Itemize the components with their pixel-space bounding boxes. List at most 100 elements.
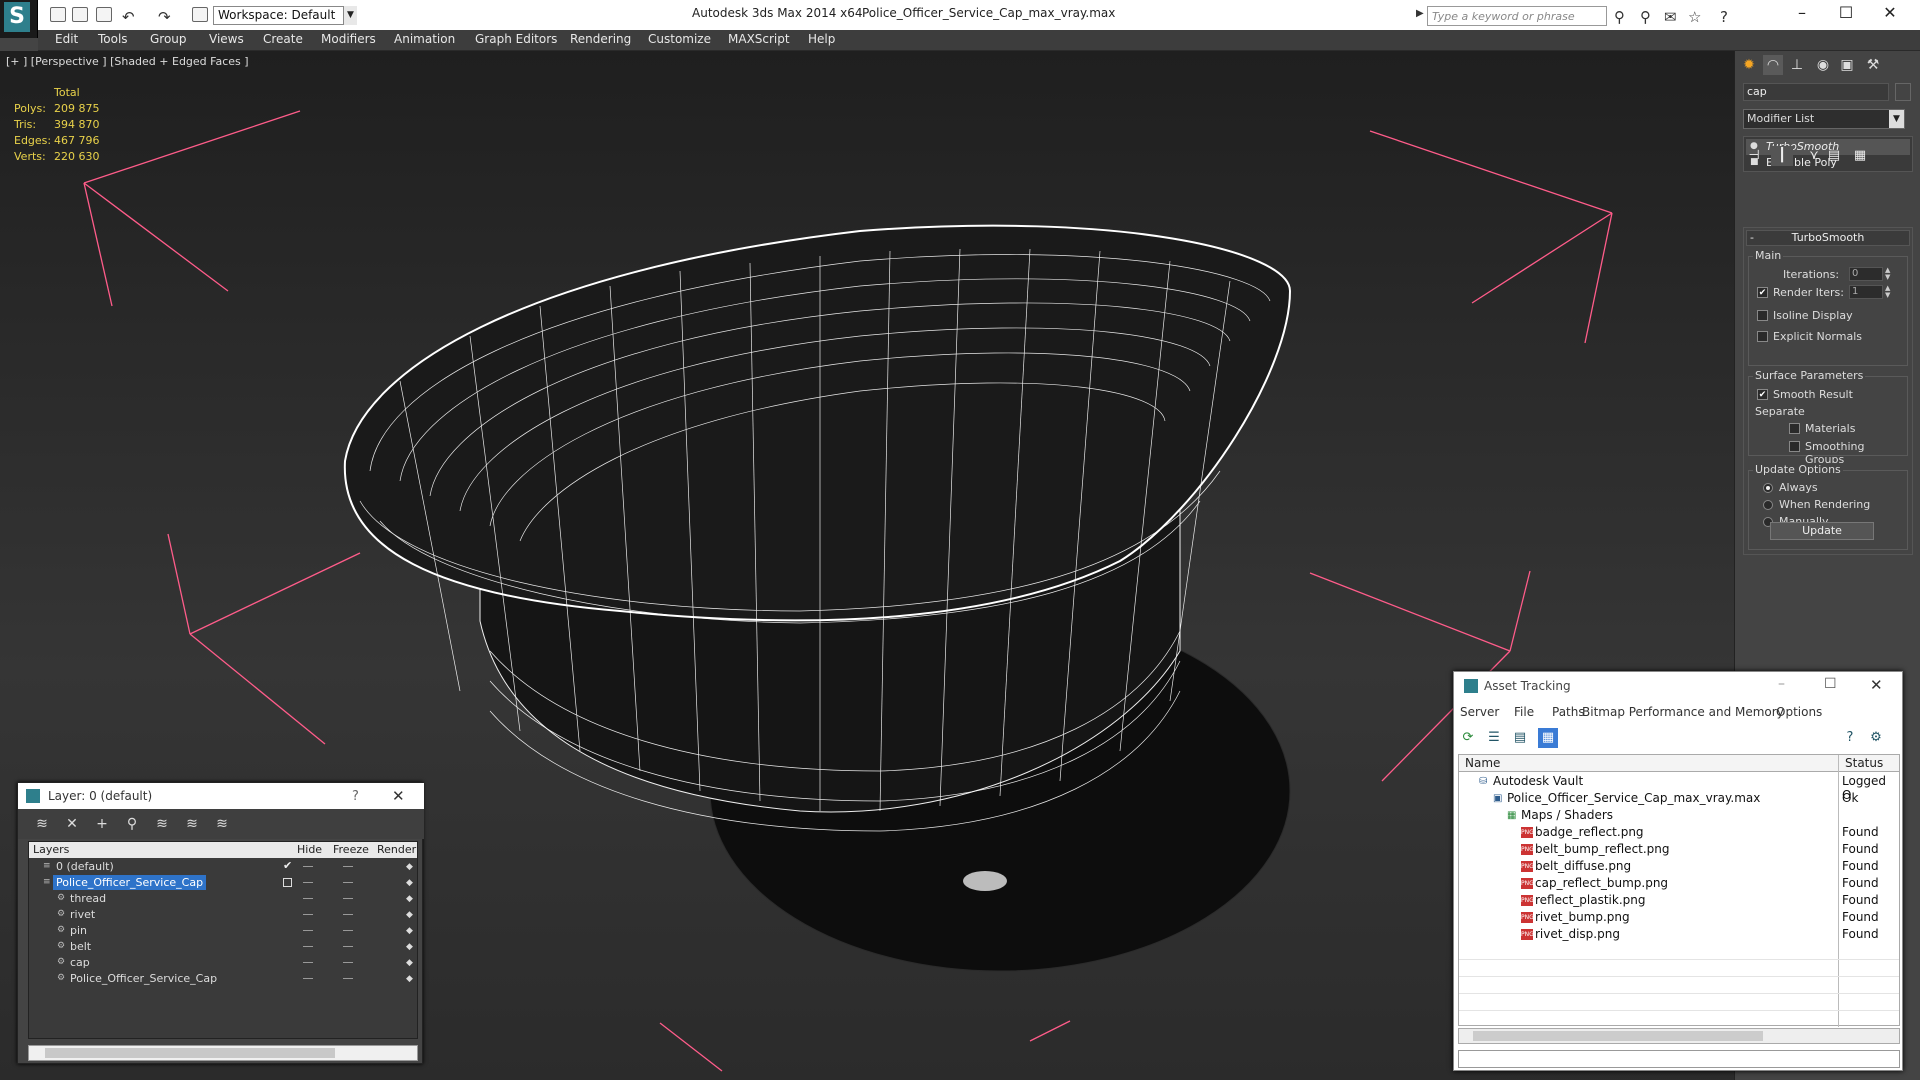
layer-row[interactable]: ⚙ Police_Officer_Service_Cap ◆ bbox=[29, 971, 417, 987]
layer-window-titlebar[interactable]: Layer: 0 (default) ? ✕ bbox=[18, 783, 424, 809]
freeze-toggle[interactable] bbox=[343, 930, 353, 931]
spinner-arrows-icon[interactable]: ▲ ▼ bbox=[1885, 285, 1893, 299]
menu-graph-editors[interactable]: Graph Editors bbox=[475, 32, 557, 46]
help-icon[interactable]: ? bbox=[1720, 8, 1728, 26]
redo-icon[interactable]: ↷ bbox=[158, 8, 171, 26]
asset-row[interactable]: PNG cap_reflect_bump.png Found bbox=[1459, 875, 1899, 892]
minimize-icon[interactable]: – bbox=[1778, 676, 1785, 692]
layer-hscrollbar[interactable] bbox=[28, 1045, 418, 1061]
render-iters-spinner[interactable]: 1 bbox=[1849, 285, 1883, 299]
list-view-icon[interactable]: ☰ bbox=[1484, 728, 1504, 748]
menu-maxscript[interactable]: MAXScript bbox=[728, 32, 790, 46]
add-to-layer-icon[interactable]: + bbox=[92, 814, 112, 834]
freeze-toggle[interactable] bbox=[343, 866, 353, 867]
spinner-arrows-icon[interactable]: ▲ ▼ bbox=[1885, 267, 1893, 281]
delete-layer-icon[interactable]: ✕ bbox=[62, 814, 82, 834]
open-file-icon[interactable] bbox=[72, 7, 88, 22]
select-objects-icon[interactable]: ⚲ bbox=[122, 814, 142, 834]
column-render[interactable]: Render bbox=[377, 843, 416, 856]
asset-hscrollbar[interactable] bbox=[1458, 1028, 1900, 1044]
hide-toggle[interactable] bbox=[303, 914, 313, 915]
hide-toggle[interactable] bbox=[303, 882, 313, 883]
asset-row[interactable]: ▦ Maps / Shaders bbox=[1459, 807, 1899, 824]
render-toggle-icon[interactable]: ◆ bbox=[406, 894, 416, 904]
layer-row-name[interactable]: belt bbox=[67, 939, 94, 954]
help-icon[interactable]: ? bbox=[1840, 728, 1860, 748]
asset-window-titlebar[interactable]: Asset Tracking – ☐ ✕ bbox=[1454, 672, 1904, 700]
create-tab-icon[interactable]: ✹ bbox=[1739, 55, 1759, 75]
update-when-rendering-radio[interactable] bbox=[1763, 500, 1773, 510]
render-toggle-icon[interactable]: ◆ bbox=[406, 862, 416, 872]
asset-row[interactable]: PNG belt_bump_reflect.png Found bbox=[1459, 841, 1899, 858]
workspace-dropdown[interactable]: Workspace: Default bbox=[213, 6, 357, 25]
layer-row-name[interactable]: pin bbox=[67, 923, 90, 938]
column-freeze[interactable]: Freeze bbox=[333, 843, 369, 856]
maximize-icon[interactable]: ☐ bbox=[1824, 2, 1868, 26]
iterations-spinner[interactable]: 0 bbox=[1849, 267, 1883, 281]
tree-view-icon[interactable]: ▤ bbox=[1510, 728, 1530, 748]
asset-row[interactable]: PNG badge_reflect.png Found bbox=[1459, 824, 1899, 841]
column-hide[interactable]: Hide bbox=[297, 843, 322, 856]
layer-row[interactable]: ⚙ rivet ◆ bbox=[29, 907, 417, 923]
maximize-icon[interactable]: ☐ bbox=[1824, 676, 1837, 692]
layer-row[interactable]: ⚙ pin ◆ bbox=[29, 923, 417, 939]
show-end-result-icon[interactable]: ┃ bbox=[1771, 146, 1793, 166]
subscription-icon[interactable]: ⚲ bbox=[1640, 8, 1651, 26]
hide-toggle[interactable] bbox=[303, 866, 313, 867]
keyword-search-input[interactable]: Type a keyword or phrase bbox=[1427, 6, 1607, 26]
freeze-all-icon[interactable]: ≋ bbox=[212, 814, 232, 834]
binoculars-icon[interactable]: ⚲ bbox=[1614, 8, 1625, 26]
update-button[interactable]: Update bbox=[1770, 522, 1874, 540]
freeze-toggle[interactable] bbox=[343, 898, 353, 899]
modifier-list-dropdown[interactable]: Modifier List bbox=[1743, 109, 1905, 129]
render-toggle-icon[interactable]: ◆ bbox=[406, 926, 416, 936]
save-file-icon[interactable] bbox=[96, 7, 112, 22]
render-toggle-icon[interactable]: ◆ bbox=[406, 878, 416, 888]
asset-row[interactable]: PNG rivet_disp.png Found bbox=[1459, 926, 1899, 943]
refresh-icon[interactable]: ⟳ bbox=[1458, 728, 1478, 748]
smooth-result-checkbox[interactable]: ✔ bbox=[1757, 389, 1768, 400]
remove-modifier-icon[interactable]: ▤ bbox=[1823, 146, 1845, 166]
layer-row-name[interactable]: rivet bbox=[67, 907, 98, 922]
asset-menu-options[interactable]: Options bbox=[1776, 705, 1822, 719]
asset-row[interactable]: PNG reflect_plastik.png Found bbox=[1459, 892, 1899, 909]
freeze-toggle[interactable] bbox=[343, 946, 353, 947]
asset-row[interactable]: PNG belt_diffuse.png Found bbox=[1459, 858, 1899, 875]
close-icon[interactable]: ✕ bbox=[392, 787, 405, 805]
utilities-tab-icon[interactable]: ⚒ bbox=[1863, 55, 1883, 75]
menu-modifiers[interactable]: Modifiers bbox=[321, 32, 376, 46]
hide-toggle[interactable] bbox=[303, 930, 313, 931]
render-toggle-icon[interactable]: ◆ bbox=[406, 958, 416, 968]
chevron-down-icon[interactable]: ▼ bbox=[1889, 110, 1904, 128]
project-folder-icon[interactable] bbox=[192, 7, 208, 22]
layer-row-name[interactable]: Police_Officer_Service_Cap bbox=[67, 971, 220, 986]
menu-views[interactable]: Views bbox=[209, 32, 244, 46]
undo-icon[interactable]: ↶ bbox=[122, 8, 135, 26]
menu-group[interactable]: Group bbox=[150, 32, 187, 46]
app-logo[interactable]: S bbox=[0, 0, 38, 38]
hierarchy-tab-icon[interactable]: ⊥ bbox=[1787, 55, 1807, 75]
layer-row[interactable]: ≡ 0 (default) ✔ ◆ bbox=[29, 859, 417, 875]
render-toggle-icon[interactable]: ◆ bbox=[406, 942, 416, 952]
object-name-input[interactable]: cap bbox=[1743, 83, 1889, 101]
close-icon[interactable]: ✕ bbox=[1868, 2, 1912, 26]
asset-menu-file[interactable]: File bbox=[1514, 705, 1534, 719]
menu-rendering[interactable]: Rendering bbox=[570, 32, 631, 46]
hide-toggle[interactable] bbox=[303, 978, 313, 979]
layer-row[interactable]: ⚙ thread ◆ bbox=[29, 891, 417, 907]
make-unique-icon[interactable]: ⋎ bbox=[1803, 146, 1825, 166]
table-view-icon[interactable]: ▦ bbox=[1538, 728, 1558, 748]
asset-row[interactable]: PNG rivet_bump.png Found bbox=[1459, 909, 1899, 926]
freeze-toggle[interactable] bbox=[343, 978, 353, 979]
minimize-icon[interactable]: – bbox=[1780, 2, 1824, 26]
asset-menu-server[interactable]: Server bbox=[1460, 705, 1499, 719]
menu-customize[interactable]: Customize bbox=[648, 32, 711, 46]
viewport-label[interactable]: [+ ] [Perspective ] [Shaded + Edged Face… bbox=[6, 55, 249, 68]
menu-edit[interactable]: Edit bbox=[55, 32, 78, 46]
pin-stack-icon[interactable]: ⊣ bbox=[1743, 146, 1765, 166]
create-layer-icon[interactable]: ≋ bbox=[32, 814, 52, 834]
column-status[interactable]: Status bbox=[1845, 756, 1883, 770]
layer-row-name[interactable]: Police_Officer_Service_Cap bbox=[53, 875, 207, 890]
hide-toggle[interactable] bbox=[303, 946, 313, 947]
asset-menu-bitmap-performance[interactable]: Bitmap Performance and Memory bbox=[1582, 705, 1784, 719]
